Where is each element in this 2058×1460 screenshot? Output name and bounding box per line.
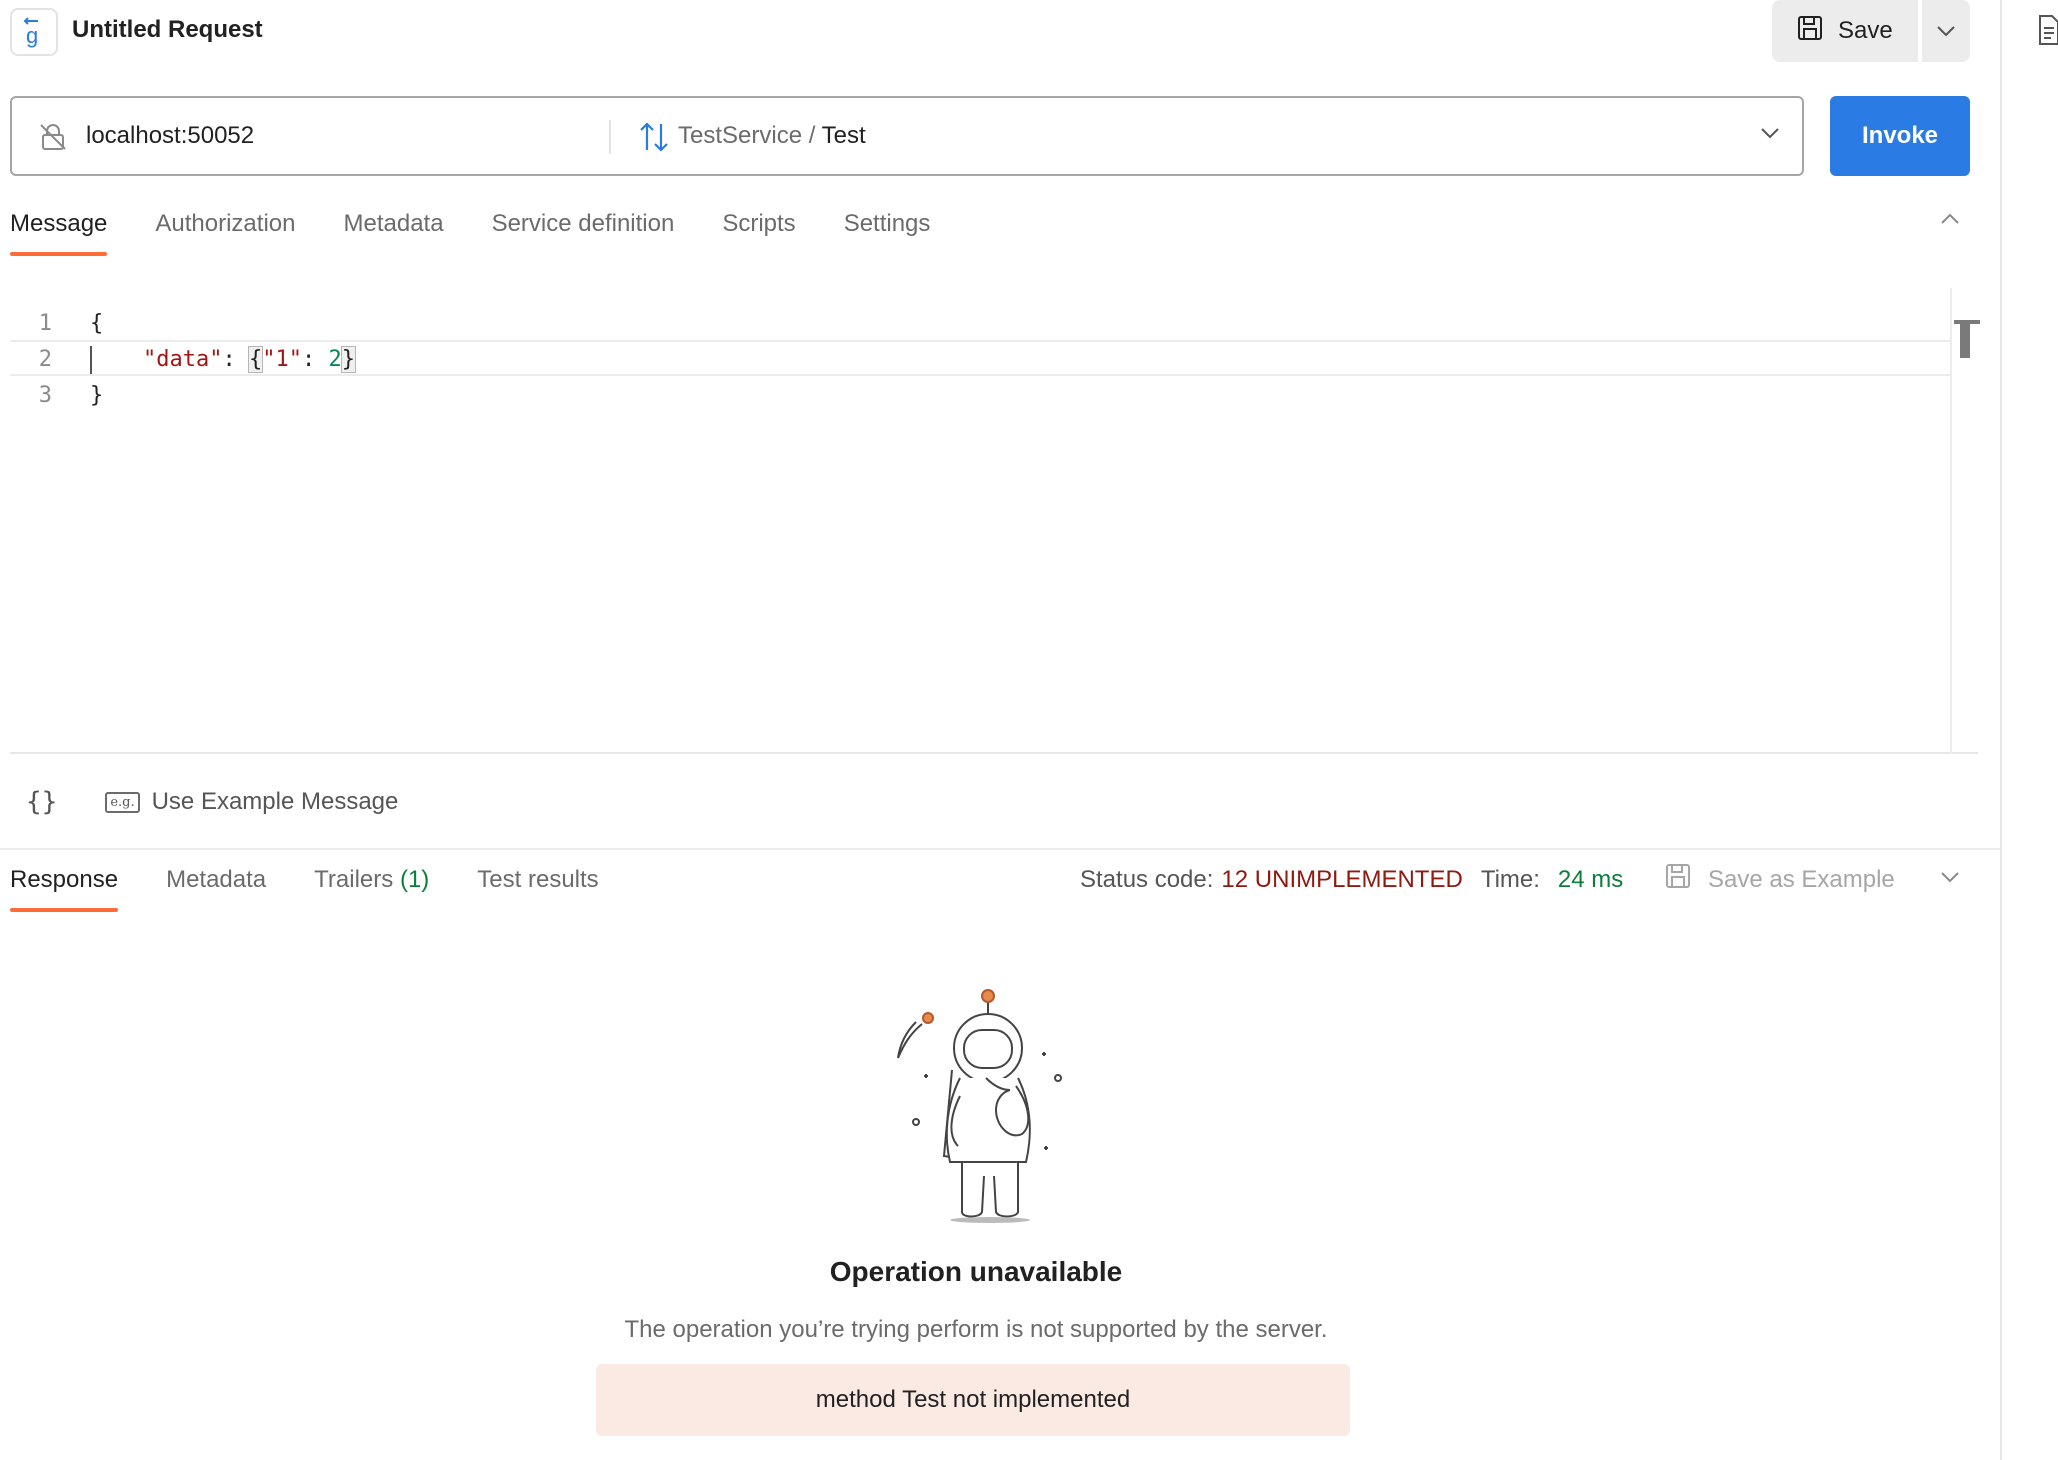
trailers-label: Trailers [314,866,394,893]
tab-response-metadata[interactable]: Metadata [166,862,266,912]
empty-state-description: The operation you’re trying perform is n… [624,1316,1328,1343]
save-button[interactable]: Save [1772,0,1918,62]
server-url-input[interactable]: localhost:50052 [86,122,254,150]
line-number: 2 [38,347,52,372]
save-icon [1664,862,1692,897]
json-colon: : [222,347,249,372]
scrollbar-thumb[interactable] [1960,324,1970,358]
beautify-braces-icon[interactable]: {} [26,787,57,817]
method-name: Test [821,122,866,149]
json-inner-colon: : [301,347,329,372]
url-divider [609,120,611,154]
bracket-open: { [247,346,264,373]
save-as-example-label: Save as Example [1708,865,1895,893]
method-dropdown-chevron-icon[interactable] [1760,126,1780,144]
code-line: 3 } [10,378,1950,414]
bidirectional-arrows-icon [638,120,670,159]
tab-settings[interactable]: Settings [844,206,931,256]
collapse-chevron-up-icon[interactable] [1940,212,1960,230]
use-example-message-button[interactable]: e.g. Use Example Message [105,788,398,816]
tab-test-results[interactable]: Test results [477,862,598,912]
astronaut-illustration [876,986,1076,1231]
save-label: Save [1838,17,1893,44]
grpc-request-icon: g [10,8,58,56]
empty-state-title: Operation unavailable [829,1256,1123,1287]
time-value[interactable]: 24 ms [1558,866,1623,894]
save-options-button[interactable] [1922,0,1970,62]
message-editor[interactable]: 1 { 2 "data": {"1": 2} 3 } [10,288,1980,754]
service-name: TestService [678,122,803,149]
editor-footer: {} e.g. Use Example Message [10,780,398,824]
save-as-example-button[interactable]: Save as Example [1664,862,1895,897]
document-icon[interactable] [2038,14,2058,51]
right-sidebar [2000,0,2058,1460]
section-divider [0,848,2000,850]
insecure-lock-icon[interactable] [38,122,68,157]
request-tabs: Message Authorization Metadata Service d… [10,206,978,258]
example-icon: e.g. [105,791,140,813]
response-tabs: Response Metadata Trailers (1) Test resu… [10,862,647,912]
response-options-chevron-down-icon[interactable] [1940,870,1960,888]
tab-service-definition[interactable]: Service definition [492,206,675,256]
status-code-value[interactable]: 12 UNIMPLEMENTED [1221,866,1462,894]
editor-scrollbar[interactable] [1950,288,1980,754]
use-example-label: Use Example Message [151,788,399,815]
tab-response[interactable]: Response [10,862,119,912]
error-message-box: method Test not implemented [596,1364,1350,1436]
tab-message[interactable]: Message [10,206,108,256]
trailers-count: (1) [399,866,430,893]
line-number: 3 [38,383,52,408]
tab-trailers[interactable]: Trailers (1) [314,862,429,912]
request-header: g Untitled Request Save [0,0,2000,64]
json-key: "data" [142,347,223,372]
tab-authorization[interactable]: Authorization [155,206,295,256]
chevron-down-icon [1937,26,1955,37]
code-line-current: 2 "data": {"1": 2} [10,340,1950,376]
request-title[interactable]: Untitled Request [72,16,263,44]
tab-metadata[interactable]: Metadata [343,206,443,256]
code-text: { [90,311,104,336]
method-selector[interactable]: TestService / Test [678,122,866,150]
code-line: 1 { [10,306,1950,342]
tab-scripts[interactable]: Scripts [722,206,795,256]
bracket-close: } [340,346,356,373]
code-text: "data": {"1": 2} [90,342,356,378]
response-status: Status code: 12 UNIMPLEMENTED Time: 24 m… [1080,866,1623,894]
code-area[interactable]: 1 { 2 "data": {"1": 2} 3 } [10,288,1950,754]
code-text: } [90,383,104,408]
json-value: 2 [328,347,342,372]
url-bar: localhost:50052 TestService / Test [10,96,1804,176]
svg-text:g: g [26,23,38,48]
json-inner-key: "1" [262,347,302,372]
method-separator: / [808,122,816,149]
status-code-label: Status code: [1080,866,1214,893]
request-workspace: g Untitled Request Save localhost:50052 … [0,0,2000,1460]
line-number: 1 [38,311,52,336]
save-icon [1796,14,1824,49]
invoke-button[interactable]: Invoke [1830,96,1970,176]
time-label: Time: [1480,866,1540,893]
